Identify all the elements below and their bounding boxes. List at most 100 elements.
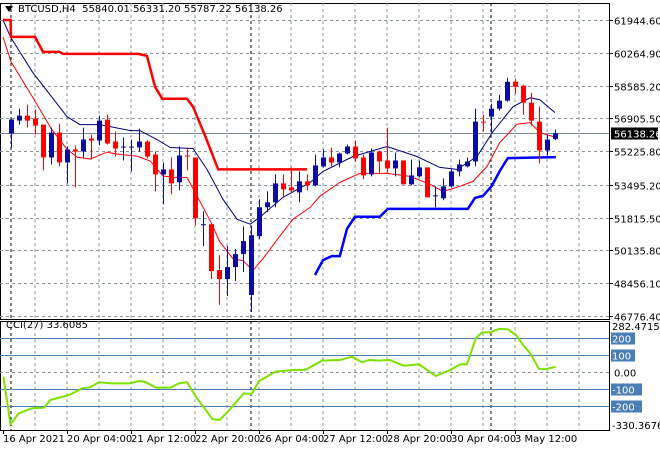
candle-body [545, 139, 550, 151]
bullish-candle [137, 128, 142, 152]
candle-body [25, 115, 30, 121]
candle-body [441, 186, 446, 199]
cci-name: CCI(27) [6, 320, 44, 331]
candle-body [329, 157, 334, 163]
candle-body [305, 181, 310, 186]
current-price-label: 56138.26 [614, 130, 660, 141]
candle-body [521, 85, 526, 103]
cci-value: 33.6085 [46, 320, 88, 331]
candle-body [353, 146, 358, 159]
bearish-candle [33, 109, 38, 135]
candle-body [369, 152, 374, 175]
cci-zero-label: 0.00 [614, 369, 636, 380]
bullish-candle [441, 178, 446, 201]
candle-body [337, 153, 342, 163]
bullish-candle [249, 226, 254, 312]
candle-body [89, 138, 94, 141]
bullish-candle [337, 152, 342, 168]
candle-body [465, 161, 470, 167]
bearish-candle [209, 224, 214, 280]
bullish-candle [65, 146, 70, 184]
candles [9, 77, 558, 312]
price-axis-label: 50135.80 [614, 247, 660, 258]
candle-body [481, 121, 486, 123]
bearish-candle [401, 160, 406, 185]
bearish-candle [481, 114, 486, 132]
candle-body [121, 146, 126, 148]
bullish-candle [121, 137, 126, 161]
ma-fast-line [2, 36, 556, 272]
candle-body [497, 100, 502, 109]
price-axis-label: 60264.90 [614, 50, 660, 61]
cci-level-label: -100 [612, 386, 635, 397]
candle-body [345, 146, 350, 154]
candle-body [553, 133, 558, 140]
candle-body [145, 141, 150, 157]
bullish-candle [201, 211, 206, 247]
lower-step-line [313, 155, 556, 276]
price-axis-label: 53495.20 [614, 182, 660, 193]
candle-body [193, 157, 198, 219]
bullish-candle [505, 77, 510, 102]
candle-body [433, 195, 438, 197]
bearish-candle [89, 134, 94, 160]
candle-body [425, 167, 430, 198]
cci-label: CCI(27) 33.6085 [6, 320, 88, 331]
candle-body [281, 183, 286, 190]
bullish-candle [393, 152, 398, 177]
bearish-candle [329, 147, 334, 167]
bearish-candle [385, 127, 390, 173]
bullish-candle [457, 159, 462, 177]
time-axis-label: 26 Apr 04:00 [259, 434, 324, 445]
price-axis-label: 55225.80 [614, 148, 660, 159]
candle-body [97, 120, 102, 141]
candle-body [505, 81, 510, 101]
cci-max-label: 282.4715 [612, 322, 660, 333]
candle-body [129, 146, 134, 148]
bullish-candle [345, 144, 350, 155]
bearish-candle [425, 167, 430, 198]
bullish-candle [297, 171, 302, 203]
bullish-candle [321, 149, 326, 168]
cci-line [2, 327, 557, 427]
candle-body [65, 149, 70, 163]
cci-level-label: 200 [612, 335, 631, 346]
bullish-candle [17, 108, 22, 125]
open-value: 55840.01 [82, 4, 130, 15]
time-axis-label: 22 Apr 20:00 [195, 434, 260, 445]
price-axis-label: 58585.20 [614, 83, 660, 94]
symbol-dropdown-triangle-icon[interactable] [5, 6, 13, 12]
bearish-candle [361, 154, 366, 180]
bearish-candle [521, 84, 526, 115]
candle-body [313, 165, 318, 186]
high-value: 56331.20 [133, 4, 181, 15]
candle-body [385, 160, 390, 169]
candle-body [209, 224, 214, 272]
candle-body [73, 149, 78, 152]
candle-body [249, 235, 254, 295]
time-axis-label: 27 Apr 12:00 [323, 434, 388, 445]
bullish-candle [417, 160, 422, 178]
bearish-candle [113, 131, 118, 157]
candle-body [265, 202, 270, 208]
bearish-candle [353, 140, 358, 162]
candle-body [257, 207, 262, 237]
candle-body [449, 171, 454, 187]
bullish-candle [81, 127, 86, 158]
bullish-candle [369, 148, 374, 177]
candle-body [57, 132, 62, 163]
bearish-candle [289, 167, 294, 193]
candle-body [161, 169, 166, 175]
bullish-candle [9, 118, 14, 148]
candle-body [361, 157, 366, 176]
bullish-candle [49, 127, 54, 165]
low-value: 55787.22 [183, 4, 232, 15]
bearish-candle [377, 150, 382, 175]
candle-body [113, 141, 118, 149]
bearish-candle [25, 104, 30, 128]
price-axis-label: 51815.50 [614, 215, 660, 226]
bullish-candle [313, 154, 318, 187]
candle-body [169, 169, 174, 184]
candle-body [201, 224, 206, 226]
bullish-candle [177, 146, 182, 191]
